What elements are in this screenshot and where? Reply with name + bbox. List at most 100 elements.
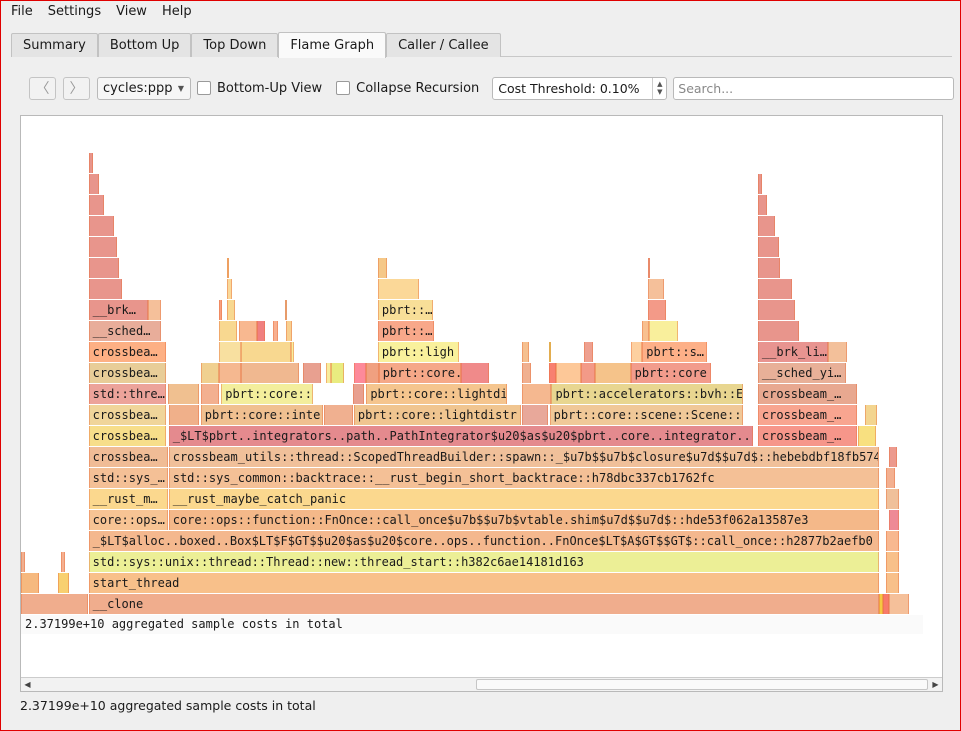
menu-view[interactable]: View [116,4,147,19]
flame-frame[interactable] [522,384,551,404]
flame-frame[interactable] [757,258,781,278]
flame-frame[interactable]: crossbea… [88,405,167,425]
flame-frame[interactable]: core::ops::function::FnOnce::call_once$u… [168,510,879,530]
flame-frame[interactable]: std::thre… [88,384,167,404]
flame-frame[interactable]: __rust_m… [88,489,168,509]
tab-summary[interactable]: Summary [11,33,98,57]
flame-frame[interactable] [757,195,767,215]
menu-settings[interactable]: Settings [48,4,101,19]
flame-frame[interactable]: std::sys_… [88,468,168,488]
flame-frame[interactable] [240,342,291,362]
flame-frame[interactable] [649,321,678,341]
event-type-select[interactable]: cycles:ppp ▼ [97,76,191,100]
flame-frame[interactable]: pbrt::core. [378,363,461,383]
flame-frame[interactable]: crossbeam_utils::thread::ScopedThreadBui… [168,447,879,467]
flame-frame[interactable] [888,594,910,614]
flame-frame[interactable] [522,363,531,383]
flame-frame[interactable] [21,573,39,593]
tab-flame-graph[interactable]: Flame Graph [278,32,387,58]
flame-frame[interactable] [218,300,223,320]
collapse-recursion-checkbox[interactable]: Collapse Recursion [336,81,479,96]
flame-frame[interactable] [226,279,232,299]
flame-frame[interactable]: std::sys_common::backtrace::__rust_begin… [168,468,879,488]
flame-frame[interactable] [88,216,114,236]
flame-frame[interactable] [88,279,122,299]
spin-arrows-icon[interactable]: ▲ ▼ [652,77,666,99]
flame-frame[interactable]: __sched_yi… [757,363,847,383]
flame-frame[interactable] [226,258,230,278]
flame-frame[interactable] [239,321,257,341]
flame-frame[interactable] [167,384,199,404]
flame-frame[interactable]: pbrt::core:: [221,384,313,404]
flame-frame[interactable] [886,573,900,593]
tab-top-down[interactable]: Top Down [191,33,279,57]
flame-frame[interactable] [460,363,490,383]
flame-frame[interactable] [595,363,631,383]
scroll-left-icon[interactable]: ◀ [21,678,34,691]
flame-frame[interactable] [828,342,847,362]
flame-frame[interactable] [168,405,199,425]
flame-frame[interactable] [757,279,792,299]
flame-frame[interactable] [58,573,70,593]
flame-frame[interactable] [878,594,883,614]
flame-frame[interactable]: __clone [88,594,879,614]
flame-frame[interactable] [353,363,367,383]
flame-frame[interactable] [647,279,664,299]
back-button[interactable]: 〈 [29,76,56,100]
tab-bottom-up[interactable]: Bottom Up [97,33,192,57]
flame-frame[interactable] [647,258,651,278]
flame-frame[interactable] [377,279,419,299]
flame-frame[interactable] [522,342,530,362]
flame-frame[interactable] [858,426,877,446]
flame-frame[interactable]: core::ops… [88,510,168,530]
flame-frame[interactable]: crossbea… [88,363,167,383]
flame-frame[interactable]: pbrt::core [630,363,711,383]
flame-frame[interactable] [886,489,900,509]
flame-frame[interactable]: _$LT$pbrt..integrators..path..PathIntegr… [168,426,753,446]
flame-frame[interactable] [88,153,94,173]
flame-frame[interactable]: __sched… [88,321,161,341]
flame-frame[interactable]: crossbea… [88,426,167,446]
flame-frame[interactable] [757,300,796,320]
flame-frame[interactable] [240,363,299,383]
flame-frame[interactable]: crossbea… [88,342,167,362]
horizontal-scrollbar[interactable]: ◀ ▶ [21,677,942,691]
scrollbar-thumb[interactable] [476,679,928,690]
flame-frame[interactable]: pbrt::s… [642,342,708,362]
flame-frame[interactable] [330,363,345,383]
flame-frame[interactable] [630,342,643,362]
flame-frame[interactable] [148,300,161,320]
flame-frame[interactable]: pbrt::accelerators::bvh::E [551,384,743,404]
forward-button[interactable]: 〉 [63,76,90,100]
flame-frame[interactable] [256,321,265,341]
flame-frame[interactable] [757,237,780,257]
flame-frame[interactable]: pbrt::… [377,321,434,341]
flame-frame[interactable] [647,300,667,320]
flame-frame[interactable] [286,321,292,341]
flame-frame[interactable] [200,363,219,383]
flame-frame[interactable] [757,174,763,194]
flame-frame[interactable] [757,321,799,341]
tab-caller-callee[interactable]: Caller / Callee [386,33,501,57]
flame-frame[interactable] [218,321,238,341]
flame-frame[interactable] [88,237,118,257]
cost-threshold-spinbox[interactable]: Cost Threshold: 0.10% ▲ ▼ [492,76,668,100]
menu-file[interactable]: File [11,4,33,19]
flame-frame[interactable] [61,552,65,572]
flame-frame[interactable]: pbrt::ligh [377,342,459,362]
flame-frame[interactable] [886,531,900,551]
flame-frame[interactable]: crossbea… [88,447,168,467]
flame-frame[interactable]: __brk… [88,300,149,320]
flame-frame[interactable] [21,594,88,614]
flame-frame[interactable] [352,384,364,404]
flame-frame[interactable] [548,363,556,383]
flame-frame[interactable]: start_thread [88,573,879,593]
flame-frame[interactable] [522,405,548,425]
flame-frame[interactable] [290,342,295,362]
scroll-right-icon[interactable]: ▶ [929,678,942,691]
flame-frame[interactable] [366,363,379,383]
flame-frame[interactable]: pbrt::core::inte [200,405,323,425]
flame-frame[interactable] [218,342,241,362]
flame-frame[interactable]: __brk_li… [757,342,829,362]
flame-frame[interactable]: __rust_maybe_catch_panic [168,489,879,509]
